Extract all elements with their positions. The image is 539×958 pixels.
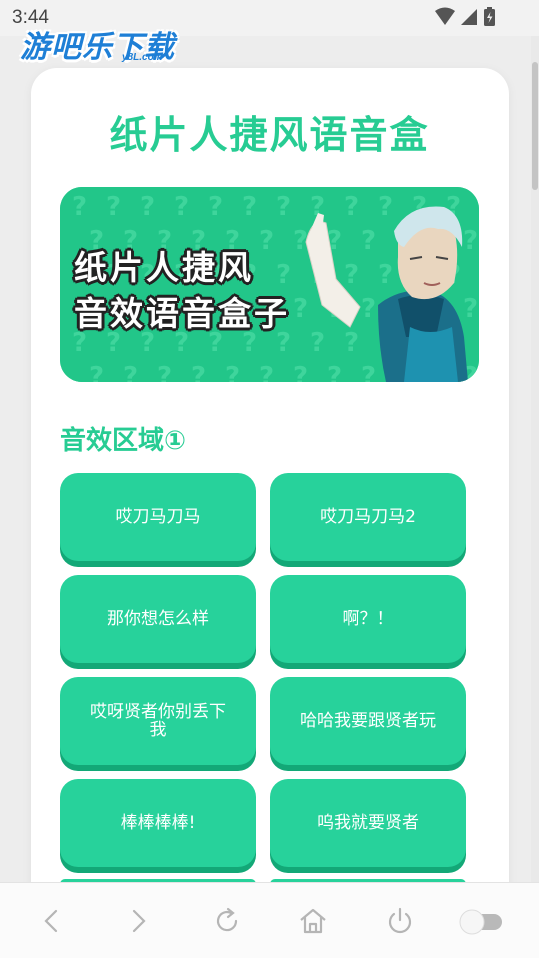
browser-bottom-nav — [0, 882, 539, 958]
banner-pattern-mark: ? — [276, 192, 291, 222]
banner-pattern-mark: ? — [140, 192, 155, 222]
banner-pattern-mark: ? — [89, 362, 104, 382]
sound-button[interactable]: 哈哈我要跟贤者玩 — [270, 677, 466, 765]
banner-image: ????????????????????????????????????????… — [60, 187, 479, 382]
banner-title-line2: 音效语音盒子 — [74, 294, 290, 333]
sound-button[interactable]: 啊？！ — [270, 575, 466, 663]
banner-pattern-mark: ? — [378, 192, 393, 222]
banner-pattern-mark: ? — [225, 362, 240, 382]
toggle-switch[interactable] — [458, 903, 506, 939]
sound-button[interactable]: 哎刀马刀马 — [60, 473, 256, 561]
banner-pattern-mark: ? — [463, 226, 478, 256]
banner-pattern-mark: ? — [463, 294, 478, 324]
banner-title-line1: 纸片人捷风 — [74, 248, 254, 287]
page-title: 纸片人捷风语音盒 — [109, 113, 430, 157]
banner-pattern-mark: ? — [191, 362, 206, 382]
power-icon[interactable] — [382, 903, 418, 939]
sound-button[interactable]: 棒棒棒棒! — [60, 779, 256, 867]
banner-pattern-mark: ? — [259, 362, 274, 382]
sound-button[interactable]: 哎呀贤者你别丢下我 — [60, 677, 256, 765]
signal-icon — [461, 9, 477, 25]
section-title: 音效区域① — [60, 426, 187, 456]
banner-pattern-mark: ? — [327, 362, 342, 382]
watermark-logo: 游吧乐下载 y8L.com — [18, 22, 188, 68]
banner-pattern-mark: ? — [361, 362, 376, 382]
banner-pattern-mark: ? — [361, 294, 376, 324]
banner-pattern-mark: ? — [310, 328, 325, 358]
battery-icon — [484, 7, 495, 26]
wifi-icon — [435, 7, 455, 25]
sound-button[interactable]: 哎刀马刀马2 — [270, 473, 466, 561]
banner-pattern-mark: ? — [344, 192, 359, 222]
banner-pattern-mark: ? — [344, 260, 359, 290]
sound-button[interactable]: 那你想怎么样 — [60, 575, 256, 663]
banner-pattern-mark: ? — [72, 192, 87, 222]
banner-pattern-mark: ? — [174, 192, 189, 222]
banner-pattern-mark: ? — [106, 192, 121, 222]
watermark-subtext: y8L.com — [122, 52, 163, 63]
home-icon[interactable] — [295, 903, 331, 939]
banner-pattern-mark: ? — [276, 260, 291, 290]
forward-icon[interactable] — [120, 903, 156, 939]
banner-pattern-mark: ? — [293, 294, 308, 324]
sound-button[interactable]: 呜我就要贤者 — [270, 779, 466, 867]
banner-pattern-mark: ? — [123, 362, 138, 382]
banner-pattern-mark: ? — [259, 226, 274, 256]
back-icon[interactable] — [34, 903, 70, 939]
banner-pattern-mark: ? — [157, 362, 172, 382]
banner-pattern-mark: ? — [344, 328, 359, 358]
status-icons — [435, 7, 495, 26]
banner-pattern-mark: ? — [361, 226, 376, 256]
refresh-icon[interactable] — [209, 903, 245, 939]
banner-pattern-mark: ? — [378, 260, 393, 290]
banner-pattern-mark: ? — [208, 192, 223, 222]
banner-pattern-mark: ? — [242, 192, 257, 222]
banner-pattern-mark: ? — [293, 362, 308, 382]
